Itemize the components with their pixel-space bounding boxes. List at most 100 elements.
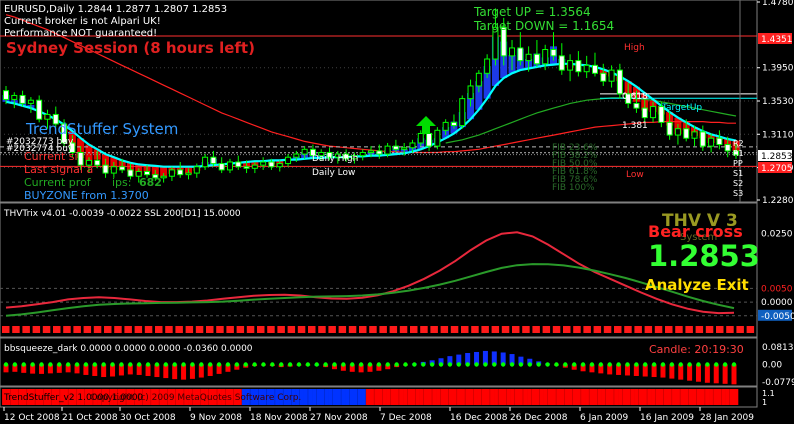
- bbsqueeze-panel[interactable]: bbsqueeze_dark 0.0000 0.0000 0.0000 -0.0…: [0, 337, 794, 388]
- candle-body: [525, 53, 532, 62]
- pivot-label: PP: [733, 159, 743, 168]
- thvtrix-panel[interactable]: THVTrix v4.01 -0.0039 -0.0022 SSL 200[D1…: [0, 202, 794, 338]
- candle-body: [168, 169, 175, 177]
- trend-state-segment: [444, 389, 449, 405]
- trix-signal-block: [501, 326, 510, 333]
- price-panel[interactable]: EURUSD,Daily 1.2844 1.2877 1.2807 1.2853…: [0, 0, 758, 203]
- trend-state-segment: [452, 389, 458, 405]
- trix-signal-block: [644, 326, 653, 333]
- squeeze-dot: [128, 362, 133, 367]
- trend-state-segment: [539, 389, 544, 405]
- squeeze-bar: [722, 364, 728, 384]
- current-profit-label: Current prof: [24, 176, 92, 189]
- candle-body: [616, 69, 623, 95]
- trix-signal-block: [695, 326, 704, 333]
- trix-signal-block: [267, 326, 275, 333]
- current-profit-value: 682: [139, 176, 162, 189]
- squeeze-dot: [722, 362, 728, 367]
- trend-state-segment: [725, 389, 731, 405]
- trend-state-segment: [394, 389, 400, 405]
- candle-body: [260, 161, 267, 166]
- squeeze-dot: [119, 362, 124, 367]
- price-axis-label: 1.3110: [762, 130, 794, 140]
- trix-signal-block: [328, 326, 336, 333]
- trend-state-segment: [353, 389, 358, 405]
- trend-state-segment: [605, 389, 611, 405]
- candle-body: [674, 128, 681, 136]
- squeeze-dot: [545, 362, 550, 367]
- trend-state-segment: [316, 389, 321, 405]
- trend-state-segment: [655, 389, 660, 405]
- squeeze-dot: [261, 362, 266, 367]
- trix-signal-block: [675, 326, 683, 333]
- price-axis-label: 1.3950: [762, 64, 794, 74]
- candle-body: [475, 72, 482, 87]
- squeeze-bar: [181, 364, 187, 380]
- squeeze-bar: [678, 364, 684, 380]
- trend-state-segment: [365, 389, 371, 405]
- candle-timer: Candle: 20:19:30: [649, 343, 744, 356]
- squeeze-dot: [492, 362, 497, 367]
- fib2-label: 1.381: [622, 121, 648, 131]
- trend-state-segment: [481, 389, 487, 405]
- trend-state-segment: [460, 389, 466, 405]
- squeeze-dot: [225, 362, 231, 367]
- time-axis-label: 21 Oct 2008: [62, 413, 118, 423]
- pivot-label: S1: [733, 169, 743, 178]
- trix-signal-block: [114, 326, 122, 333]
- trix-signal-block: [53, 326, 61, 333]
- candle-body: [144, 170, 151, 176]
- squeeze-dot: [39, 362, 44, 367]
- squeeze-dot: [731, 362, 737, 367]
- trix-signal-block: [379, 326, 387, 333]
- trend-state-segment: [303, 389, 309, 405]
- trend-state-segment: [609, 389, 615, 405]
- candle-body: [110, 166, 117, 174]
- time-axis-label: 7 Dec 2008: [380, 413, 432, 423]
- trix-signal-block: [175, 326, 183, 333]
- trix-signal-block: [593, 326, 602, 333]
- squeeze-dot: [643, 362, 648, 367]
- squeeze-dot: [421, 362, 426, 367]
- squeeze-dot: [30, 362, 35, 367]
- time-axis-label: 16 Jan 2009: [640, 413, 694, 423]
- candle-body: [94, 159, 101, 166]
- trend-state-segment: [531, 389, 536, 405]
- candle-body: [434, 129, 441, 147]
- trend-state-segment: [361, 389, 367, 405]
- trendstuffer-panel[interactable]: TrendStuffer_v2 1.0000 1.0000 Copyright …: [0, 386, 775, 408]
- squeeze-dot: [110, 362, 115, 367]
- candle-body: [517, 47, 524, 62]
- trix-signal-block: [440, 326, 449, 333]
- trix-signal-block: [542, 326, 551, 333]
- price-axis[interactable]: 1.47801.39501.35301.31101.26901.2280 1.4…: [757, 0, 794, 206]
- candle-body: [426, 132, 433, 147]
- squeeze-dot: [447, 362, 453, 367]
- candle-body: [409, 142, 416, 149]
- trend-state-segment: [576, 389, 582, 405]
- squeeze-dot: [323, 362, 328, 367]
- candle-body: [608, 69, 615, 82]
- squeeze-dot: [412, 362, 417, 367]
- time-axis[interactable]: 12 Oct 2008 21 Oct 2008 30 Oct 2008 9 Nov 2…: [3, 407, 754, 423]
- trix-signal-block: [195, 326, 204, 333]
- trix-signal-block: [430, 326, 438, 333]
- candle-body: [459, 98, 466, 127]
- candle-body: [368, 150, 374, 153]
- squeeze-dot: [57, 362, 62, 367]
- thv-hint: Analyze Exit: [645, 276, 749, 294]
- metatrader-chart[interactable]: EURUSD,Daily 1.2844 1.2877 1.2807 1.2853…: [0, 0, 794, 424]
- squeeze-dot: [465, 362, 470, 367]
- trend-state-segment: [613, 389, 619, 405]
- candle-body: [591, 64, 598, 74]
- trix-signal-block: [216, 326, 224, 333]
- trix-signal-block: [736, 326, 744, 333]
- symbol-header: EURUSD,Daily 1.2844 1.2877 1.2807 1.2853: [4, 4, 227, 15]
- squeeze-dot: [279, 362, 284, 367]
- candle-body: [3, 90, 9, 100]
- time-axis-label: 9 Nov 2008: [190, 413, 242, 423]
- squeeze-dot: [509, 362, 515, 367]
- trix-signal-block: [685, 326, 693, 333]
- trend-state-segment: [510, 389, 516, 405]
- candle-body: [293, 153, 300, 158]
